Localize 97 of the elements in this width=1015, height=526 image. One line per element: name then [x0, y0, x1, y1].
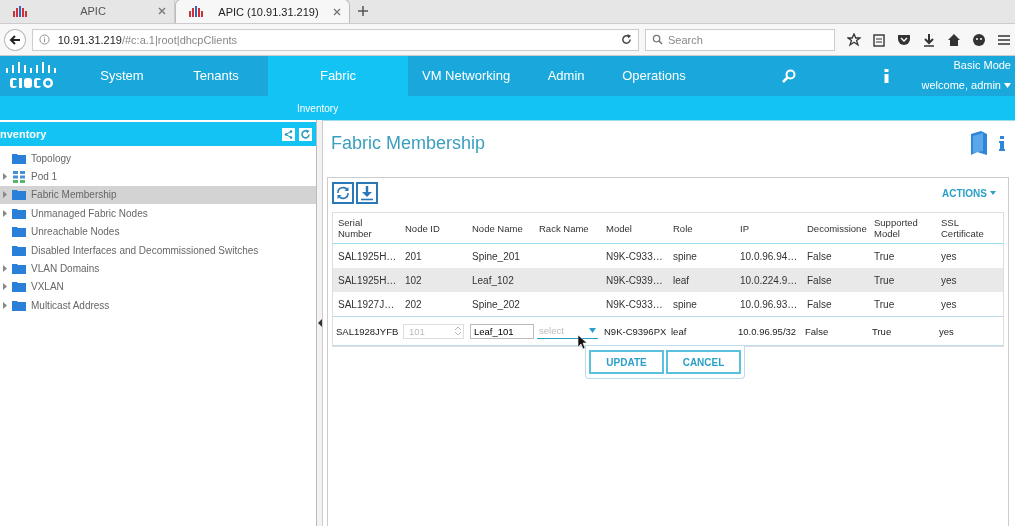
grid-icon: [12, 170, 26, 183]
share-icon[interactable]: [282, 127, 296, 141]
menu-icon[interactable]: [997, 32, 1011, 47]
panel-title: nventory: [0, 128, 47, 140]
search-icon: [652, 33, 663, 45]
table-row[interactable]: SAL1925H… 102 Leaf_102 N9K-C939… leaf 10.0.224.9… False True yes: [333, 268, 1003, 292]
search-icon[interactable]: [781, 69, 796, 83]
refresh-icon[interactable]: [299, 127, 313, 141]
folder-icon: [12, 189, 26, 201]
tree-item[interactable]: VXLAN: [0, 277, 317, 297]
folder-icon: [12, 152, 26, 164]
site-icon: [188, 6, 204, 17]
table-cell-text: SAL1927J…: [337, 297, 396, 312]
spinner-icon: [455, 326, 461, 336]
expand-arrow-icon[interactable]: [3, 173, 7, 181]
site-icon: [12, 5, 28, 17]
expand-arrow-icon[interactable]: [3, 283, 7, 291]
folder-icon: [12, 281, 26, 293]
table-cell-text: N9K-C933…: [605, 297, 664, 312]
table-cell-text: yes: [940, 273, 958, 288]
table-cell-text: 202: [404, 297, 423, 312]
table-cell-text: leaf: [672, 273, 691, 288]
table-cell-text: yes: [940, 249, 958, 264]
download-icon: [359, 185, 375, 201]
new-tab-icon[interactable]: [358, 6, 368, 16]
table-cell-text: 10.0.96.93…: [739, 297, 799, 312]
pocket-icon[interactable]: [897, 32, 911, 47]
table-cell-text: 10.0.224.9…: [739, 273, 799, 288]
reload-icon[interactable]: [621, 34, 632, 45]
bookmark-star-icon[interactable]: [847, 32, 861, 47]
table-cell-text: spine: [672, 249, 698, 264]
table-cell-text: 102: [404, 273, 423, 288]
table-cell-text: N9K-C9396PX: [603, 324, 668, 339]
tree-item[interactable]: Unreachable Nodes: [0, 222, 317, 241]
folder-icon: [12, 207, 26, 219]
info-icon[interactable]: [883, 69, 889, 83]
refresh-icon: [335, 185, 351, 201]
clipboard-icon[interactable]: [872, 32, 886, 47]
search-field[interactable]: Search: [645, 28, 835, 51]
tree-item[interactable]: Topology: [0, 149, 317, 168]
table-cell-text: N9K-C939…: [605, 273, 664, 288]
info-icon[interactable]: [999, 135, 1005, 151]
download-icon[interactable]: [922, 32, 936, 47]
folder-icon: [12, 244, 26, 256]
table-cell-text: False: [804, 324, 830, 339]
table-cell-text: Spine_202: [471, 297, 521, 312]
url-field[interactable]: 10.91.31.219/#c:a.1|root|dhcpClients: [31, 28, 639, 51]
caret-icon: [990, 191, 996, 195]
refresh-button[interactable]: [332, 182, 354, 204]
table-cell-text: 201: [404, 249, 423, 264]
table-cell-text: yes: [940, 297, 958, 312]
info-icon: [38, 34, 50, 45]
home-icon[interactable]: [947, 32, 961, 47]
table-cell-text: spine: [672, 297, 698, 312]
caret-icon: [1004, 82, 1011, 88]
page-title: Fabric Membership: [331, 132, 486, 154]
book-icon[interactable]: [969, 131, 989, 155]
tree-item[interactable]: Multicast Address: [0, 296, 317, 315]
table-cell-text: 10.0.96.94…: [739, 249, 799, 264]
chat-icon[interactable]: [972, 32, 986, 47]
table-cell-text: 10.0.96.95/32: [737, 324, 798, 339]
caret-icon: [589, 328, 596, 333]
expand-arrow-icon[interactable]: [3, 301, 7, 309]
expand-arrow-icon[interactable]: [3, 265, 7, 273]
folder-icon: [12, 299, 26, 311]
expand-arrow-icon[interactable]: [3, 191, 7, 199]
close-icon[interactable]: [158, 7, 166, 15]
tree-item[interactable]: VLAN Domains: [0, 259, 317, 278]
table-cell-text: False: [806, 249, 833, 264]
folder-icon: [12, 226, 26, 238]
collapse-arrow-icon[interactable]: [317, 319, 322, 327]
table-cell-text: True: [873, 297, 896, 312]
browser-tab[interactable]: APIC (10.91.31.219): [175, 0, 350, 23]
table-cell-text: SAL1928JYFB: [335, 324, 400, 339]
table-cell-text: Spine_201: [471, 249, 521, 264]
close-icon[interactable]: [333, 7, 341, 16]
table-cell-text: SAL1925H…: [337, 249, 398, 264]
tree-item[interactable]: Pod 1: [0, 167, 317, 186]
table-cell-text: False: [806, 297, 833, 312]
table-cell-text: True: [873, 273, 896, 288]
folder-icon: [12, 263, 26, 275]
download-button[interactable]: [356, 182, 378, 204]
table-cell-text: yes: [938, 324, 955, 339]
table-cell-text: SAL1925H…: [337, 273, 398, 288]
table-cell-text: True: [871, 324, 893, 339]
back-button[interactable]: [4, 28, 26, 51]
table-cell-text: True: [873, 249, 896, 264]
text-field[interactable]: Leaf_101: [470, 323, 534, 339]
expand-arrow-icon[interactable]: [3, 209, 7, 217]
table-cell-text: leaf: [670, 324, 688, 339]
table-cell-text: Leaf_102: [471, 273, 515, 288]
tree-item[interactable]: Unmanaged Fabric Nodes: [0, 204, 317, 223]
back-arrow-icon: [8, 33, 21, 46]
table-cell-text: False: [806, 273, 833, 288]
tree-item[interactable]: Disabled Interfaces and Decommissioned Switches: [0, 240, 317, 260]
tree-item[interactable]: Fabric Membership: [0, 185, 317, 205]
table-cell-text: N9K-C933…: [605, 249, 664, 264]
